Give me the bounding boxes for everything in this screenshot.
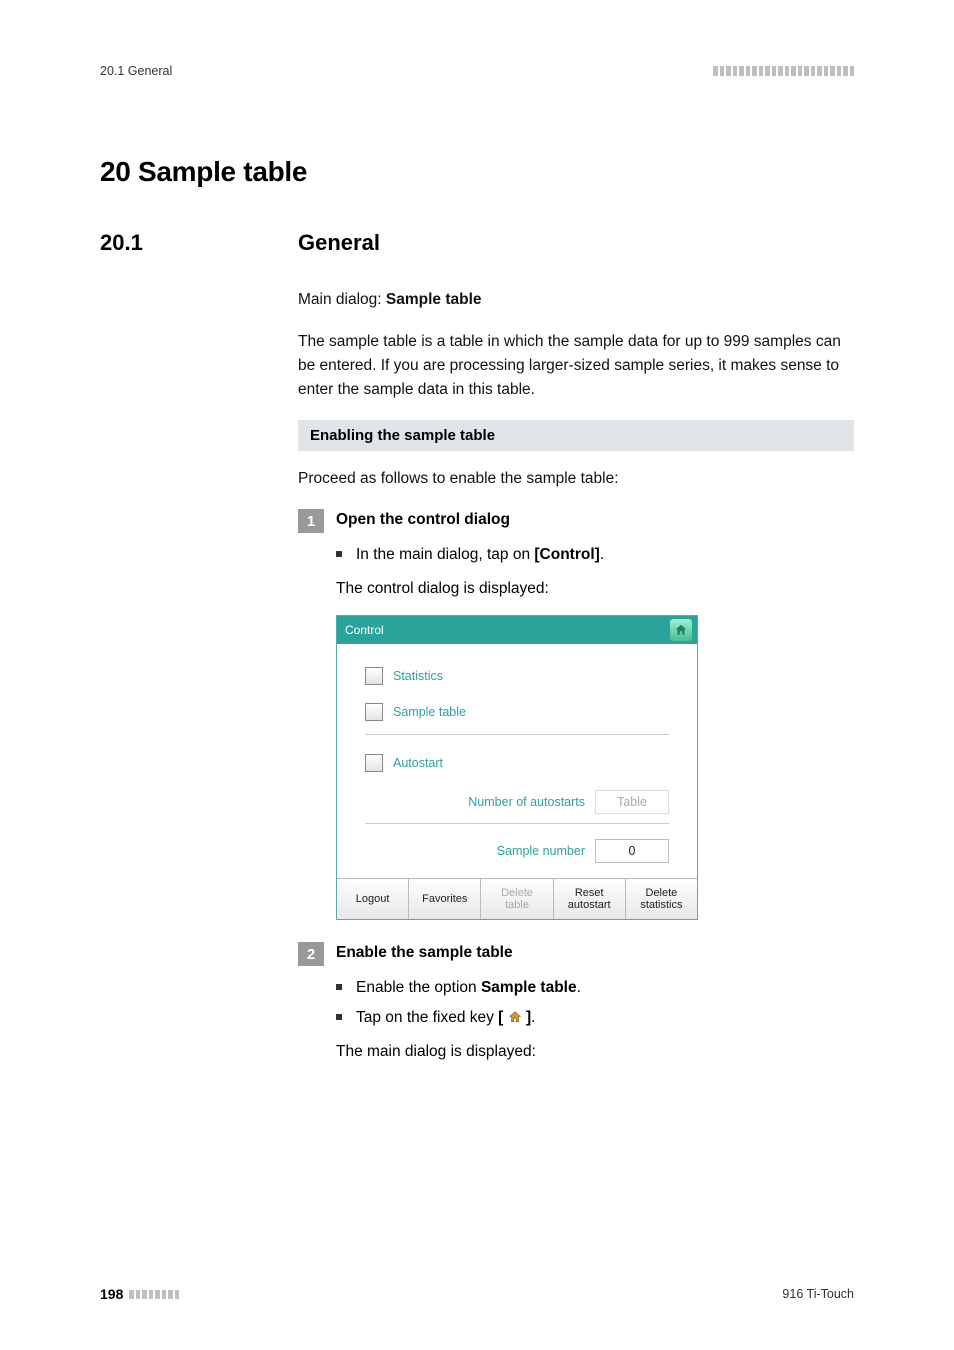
- step-2-after: The main dialog is displayed:: [336, 1040, 854, 1064]
- home-button[interactable]: [669, 618, 693, 642]
- main-dialog-line: Main dialog: Sample table: [298, 288, 854, 312]
- bullet-icon: [336, 551, 342, 557]
- header-decor-bars: [713, 66, 854, 76]
- divider: [365, 734, 669, 735]
- product-name: 916 Ti-Touch: [782, 1287, 854, 1301]
- sample-table-label: Sample table: [393, 705, 466, 719]
- autostart-label: Autostart: [393, 756, 443, 770]
- logout-button[interactable]: Logout: [337, 879, 409, 919]
- chapter-title: 20 Sample table: [100, 156, 854, 188]
- main-dialog-label: Sample table: [386, 291, 482, 308]
- sample-number-label: Sample number: [497, 844, 585, 858]
- sample-number-row: Sample number 0: [365, 834, 669, 868]
- step-2-bullet-2-suffix: .: [531, 1009, 535, 1026]
- note-heading: Enabling the sample table: [298, 420, 854, 451]
- num-autostarts-label: Number of autostarts: [468, 795, 585, 809]
- reset-autostart-button[interactable]: Reset autostart: [554, 879, 626, 919]
- page-number-block: 198: [100, 1286, 179, 1302]
- header-section-ref: 20.1 General: [100, 64, 172, 78]
- section-number: 20.1: [100, 230, 298, 256]
- step-2: 2 Enable the sample table Enable the opt…: [298, 942, 854, 1064]
- step-1-bullet-1: In the main dialog, tap on [Control].: [336, 543, 854, 567]
- control-dialog-titlebar: Control: [337, 616, 697, 644]
- bullet-icon: [336, 1014, 342, 1020]
- step-2-bullet-2: Tap on the fixed key [ ].: [336, 1006, 854, 1030]
- step-1: 1 Open the control dialog In the main di…: [298, 509, 854, 601]
- delete-statistics-button[interactable]: Delete statistics: [626, 879, 697, 919]
- step-2-bullet-1-suffix: .: [577, 979, 581, 996]
- main-dialog-prefix: Main dialog:: [298, 291, 386, 308]
- sample-number-value[interactable]: 0: [595, 839, 669, 863]
- home-icon: [508, 1010, 522, 1024]
- control-dialog-title: Control: [345, 623, 384, 637]
- checkbox-icon[interactable]: [365, 667, 383, 685]
- step-2-bullet-2-prefix: Tap on the fixed key: [356, 1009, 498, 1026]
- step-2-bullet-1-bold: Sample table: [481, 979, 577, 996]
- step-2-title: Enable the sample table: [336, 944, 513, 962]
- num-autostarts-value[interactable]: Table: [595, 790, 669, 814]
- home-icon: [674, 623, 688, 637]
- step-1-bullet-1-bold: [Control]: [534, 546, 599, 563]
- control-dialog-screenshot: Control Statistics Sample table Autostar: [336, 615, 698, 920]
- step-1-after: The control dialog is displayed:: [336, 577, 854, 601]
- checkbox-icon[interactable]: [365, 754, 383, 772]
- step-2-bullet-2-key: [ ]: [498, 1009, 531, 1026]
- statistics-option[interactable]: Statistics: [365, 658, 669, 694]
- control-dialog-button-bar: Logout Favorites Delete table Reset auto…: [337, 878, 697, 919]
- page-number: 198: [100, 1286, 123, 1302]
- step-1-number: 1: [298, 509, 324, 533]
- favorites-button[interactable]: Favorites: [409, 879, 481, 919]
- step-2-bullet-1-prefix: Enable the option: [356, 979, 481, 996]
- section-title: General: [298, 230, 380, 256]
- step-2-bullet-1: Enable the option Sample table.: [336, 976, 854, 1000]
- statistics-label: Statistics: [393, 669, 443, 683]
- step-2-number: 2: [298, 942, 324, 966]
- bullet-icon: [336, 984, 342, 990]
- autostart-option[interactable]: Autostart: [365, 745, 669, 781]
- delete-table-button[interactable]: Delete table: [481, 879, 553, 919]
- checkbox-icon[interactable]: [365, 703, 383, 721]
- sample-table-option[interactable]: Sample table: [365, 694, 669, 730]
- footer-decor-bars: [129, 1290, 179, 1299]
- intro-paragraph: The sample table is a table in which the…: [298, 330, 854, 402]
- step-1-title: Open the control dialog: [336, 511, 510, 529]
- note-intro: Proceed as follows to enable the sample …: [298, 467, 854, 491]
- step-1-bullet-1-prefix: In the main dialog, tap on: [356, 546, 534, 563]
- divider: [365, 823, 669, 824]
- step-1-bullet-1-suffix: .: [600, 546, 604, 563]
- num-autostarts-row: Number of autostarts Table: [365, 785, 669, 819]
